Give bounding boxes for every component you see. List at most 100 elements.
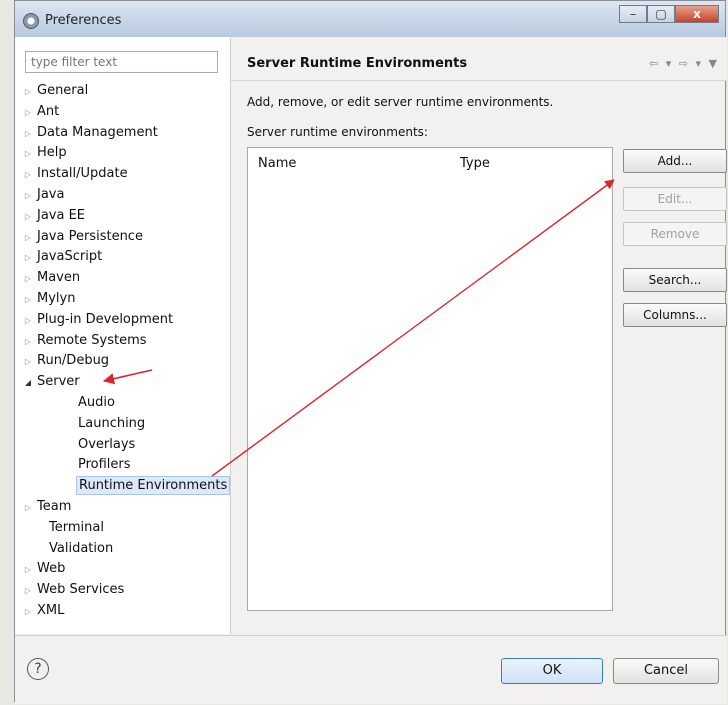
tree-item-java-persistence[interactable]: ▷ Java Persistence	[21, 227, 229, 248]
tree-item-label: Mylyn	[37, 290, 76, 306]
tree-item-javascript[interactable]: ▷ JavaScript	[21, 247, 229, 268]
cancel-button[interactable]: Cancel	[613, 658, 719, 684]
ok-button[interactable]: OK	[501, 658, 603, 684]
tree-item-audio[interactable]: Audio	[21, 393, 229, 414]
tree-item-label: Java EE	[37, 207, 86, 223]
collapsed-arrow-icon[interactable]: ▷	[21, 165, 35, 186]
history-nav-arrows[interactable]: ⇦ ▾ ⇨ ▾ ▼	[649, 57, 719, 70]
preferences-sidebar: ▷General▷Ant▷Data Management▷Help▷Instal…	[15, 37, 231, 634]
help-icon[interactable]: ?	[27, 658, 49, 680]
collapsed-arrow-icon[interactable]: ▷	[21, 228, 35, 249]
tree-item-label: Web	[37, 561, 66, 577]
tree-item-general[interactable]: ▷ General	[21, 81, 229, 102]
tree-item-web-services[interactable]: ▷ Web Services	[21, 580, 229, 601]
tree-item-label: Runtime Environments	[76, 476, 231, 496]
collapsed-arrow-icon[interactable]: ▷	[21, 581, 35, 602]
tree-item-validation[interactable]: Validation	[21, 539, 229, 560]
tree-item-java[interactable]: ▷ Java	[21, 185, 229, 206]
collapsed-arrow-icon[interactable]: ▷	[21, 124, 35, 145]
tree-item-label: Maven	[37, 270, 81, 286]
tree-item-label: Terminal	[49, 519, 104, 535]
tree-item-label: Web Services	[37, 582, 125, 598]
collapsed-arrow-icon[interactable]: ▷	[21, 186, 35, 207]
tree-item-label: Java	[37, 186, 65, 202]
tree-item-label: Java Persistence	[37, 228, 143, 244]
collapsed-arrow-icon[interactable]: ▷	[21, 560, 35, 581]
collapsed-arrow-icon[interactable]: ▷	[21, 290, 35, 311]
tree-item-help[interactable]: ▷ Help	[21, 143, 229, 164]
tree-item-label: General	[37, 83, 89, 98]
maximize-button[interactable]: ▢	[647, 5, 675, 23]
column-header-name[interactable]: Name	[258, 156, 296, 171]
tree-item-xml[interactable]: ▷ XML	[21, 601, 229, 622]
page-description: Add, remove, or edit server runtime envi…	[247, 95, 554, 109]
tree-item-run-debug[interactable]: ▷ Run/Debug	[21, 351, 229, 372]
collapsed-arrow-icon[interactable]: ▷	[21, 103, 35, 124]
tree-item-label: Audio	[78, 394, 115, 410]
tree-item-profilers[interactable]: Profilers	[21, 455, 229, 476]
page-header: Server Runtime Environments ⇦ ▾ ⇨ ▾ ▼	[231, 37, 727, 81]
runtime-environments-table[interactable]: Name Type	[247, 147, 613, 611]
tree-item-label: Validation	[49, 540, 114, 556]
tree-item-launching[interactable]: Launching	[21, 414, 229, 435]
minimize-button[interactable]: –	[619, 5, 647, 23]
tree-item-label: Plug-in Development	[37, 311, 174, 327]
tree-item-install-update[interactable]: ▷ Install/Update	[21, 164, 229, 185]
tree-item-label: Profilers	[78, 457, 131, 473]
collapsed-arrow-icon[interactable]: ▷	[21, 144, 35, 165]
tree-item-label: Data Management	[37, 124, 158, 140]
tree-item-runtime-environments[interactable]: Runtime Environments	[21, 476, 231, 497]
tree-item-label: Remote Systems	[37, 332, 147, 348]
app-icon	[23, 13, 39, 29]
tree-item-label: Ant	[37, 103, 60, 119]
runtime-list-label: Server runtime environments:	[247, 125, 428, 139]
tree-item-label: Launching	[78, 415, 146, 431]
tree-item-terminal[interactable]: Terminal	[21, 518, 229, 539]
window-controls: – ▢ x	[619, 5, 719, 23]
tree-item-plug-in-development[interactable]: ▷ Plug-in Development	[21, 310, 229, 331]
tree-item-label: Server	[37, 374, 80, 390]
collapsed-arrow-icon[interactable]: ▷	[21, 332, 35, 353]
tree-item-label: Run/Debug	[37, 353, 110, 369]
columns-button[interactable]: Columns...	[623, 303, 727, 327]
preferences-window: Preferences – ▢ x ▷General▷Ant▷Data Mana…	[14, 0, 727, 704]
tree-item-label: Overlays	[78, 436, 136, 452]
collapsed-arrow-icon[interactable]: ▷	[21, 352, 35, 373]
collapsed-arrow-icon[interactable]: ▷	[21, 311, 35, 332]
tree-item-server[interactable]: ◢ Server	[21, 372, 229, 393]
tree-item-web[interactable]: ▷ Web	[21, 559, 229, 580]
tree-item-mylyn[interactable]: ▷ Mylyn	[21, 289, 229, 310]
tree-item-overlays[interactable]: Overlays	[21, 435, 229, 456]
tree-item-ant[interactable]: ▷ Ant	[21, 102, 229, 123]
preference-page: Server Runtime Environments ⇦ ▾ ⇨ ▾ ▼ Ad…	[231, 37, 727, 634]
tree-item-label: JavaScript	[37, 249, 103, 265]
collapsed-arrow-icon[interactable]: ▷	[21, 207, 35, 228]
dialog-footer: ? OK Cancel	[15, 635, 727, 704]
filter-input[interactable]	[25, 51, 218, 73]
collapsed-arrow-icon[interactable]: ▷	[21, 248, 35, 269]
window-title: Preferences	[45, 13, 122, 28]
collapsed-arrow-icon[interactable]: ▷	[21, 82, 35, 103]
tree-item-java-ee[interactable]: ▷ Java EE	[21, 206, 229, 227]
tree-item-remote-systems[interactable]: ▷ Remote Systems	[21, 331, 229, 352]
add-button[interactable]: Add...	[623, 149, 727, 173]
edit-button[interactable]: Edit...	[623, 187, 727, 211]
page-title: Server Runtime Environments	[247, 56, 468, 71]
close-button[interactable]: x	[675, 5, 719, 23]
tree-item-label: Help	[37, 145, 67, 161]
search-button[interactable]: Search...	[623, 268, 727, 292]
tree-item-maven[interactable]: ▷ Maven	[21, 268, 229, 289]
title-bar: Preferences – ▢ x	[15, 1, 725, 37]
tree-item-label: Install/Update	[37, 166, 128, 182]
collapsed-arrow-icon[interactable]: ▷	[21, 602, 35, 623]
expanded-arrow-icon[interactable]: ◢	[21, 373, 35, 394]
collapsed-arrow-icon[interactable]: ▷	[21, 498, 35, 519]
preferences-tree: ▷ General ▷ Ant ▷ Data Management ▷ Help ▷ Instal…	[21, 81, 231, 622]
tree-item-data-management[interactable]: ▷ Data Management	[21, 123, 229, 144]
tree-item-label: Team	[37, 498, 72, 514]
collapsed-arrow-icon[interactable]: ▷	[21, 269, 35, 290]
tree-item-label: XML	[37, 602, 65, 618]
tree-item-team[interactable]: ▷ Team	[21, 497, 229, 518]
column-header-type[interactable]: Type	[460, 156, 490, 171]
remove-button[interactable]: Remove	[623, 222, 727, 246]
